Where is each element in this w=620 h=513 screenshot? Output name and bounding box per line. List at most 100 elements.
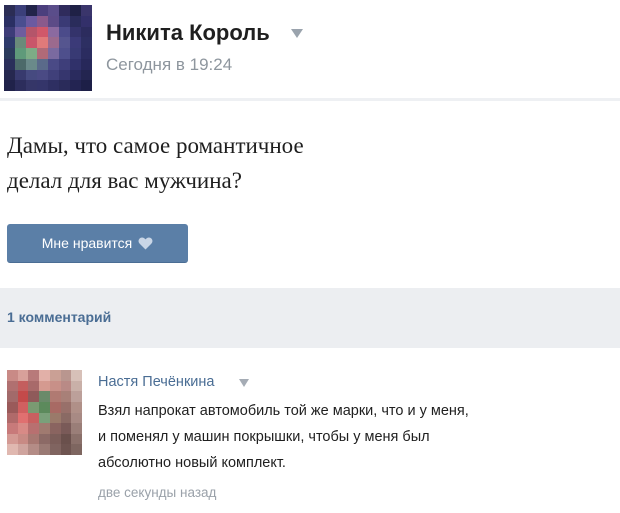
avatar-pixel — [15, 48, 26, 59]
chevron-down-icon[interactable] — [291, 29, 303, 38]
avatar-pixel — [60, 401, 72, 413]
avatar-pixel — [59, 15, 70, 27]
avatar-pixel — [59, 48, 70, 59]
avatar-pixel — [48, 15, 59, 27]
avatar-pixel — [28, 401, 40, 413]
avatar-pixel — [17, 401, 29, 413]
avatar-pixel — [4, 5, 15, 16]
avatar-pixel — [4, 48, 15, 59]
avatar-pixel — [15, 58, 26, 70]
post-timestamp[interactable]: Сегодня в 19:24 — [106, 55, 232, 75]
avatar-pixel — [81, 5, 92, 16]
avatar-pixel — [59, 37, 70, 48]
avatar-pixel — [17, 423, 29, 434]
avatar-pixel — [48, 48, 59, 59]
avatar-pixel — [37, 48, 48, 59]
avatar-pixel — [17, 391, 29, 402]
avatar-pixel — [17, 370, 29, 381]
avatar-pixel — [48, 37, 59, 48]
avatar-pixel — [81, 48, 92, 59]
avatar-pixel — [71, 444, 82, 455]
avatar-pixel — [4, 80, 15, 91]
avatar-pixel — [28, 444, 40, 455]
avatar-pixel — [15, 80, 26, 91]
avatar-pixel — [37, 37, 48, 48]
avatar-pixel — [60, 412, 72, 424]
avatar-pixel — [7, 412, 18, 424]
avatar-pixel — [70, 48, 81, 59]
avatar-pixel — [28, 380, 40, 392]
comments-count-link[interactable]: 1 комментарий — [7, 309, 111, 325]
avatar-pixel — [15, 37, 26, 48]
avatar-pixel — [7, 370, 18, 381]
author-avatar[interactable] — [4, 5, 92, 91]
avatar-pixel — [28, 412, 40, 424]
avatar-pixel — [4, 15, 15, 27]
avatar-pixel — [70, 69, 81, 81]
avatar-pixel — [39, 444, 50, 455]
avatar-pixel — [81, 69, 92, 81]
avatar-pixel — [26, 48, 37, 59]
avatar-pixel — [28, 433, 40, 445]
avatar-pixel — [60, 380, 72, 392]
avatar-pixel — [26, 80, 37, 91]
avatar-pixel — [39, 370, 50, 381]
avatar-pixel — [48, 80, 59, 91]
avatar-pixel — [70, 80, 81, 91]
avatar-pixel — [39, 391, 50, 402]
avatar-pixel — [71, 423, 82, 434]
avatar-pixel — [60, 370, 72, 381]
avatar-pixel — [37, 80, 48, 91]
author-name[interactable]: Никита Король — [106, 20, 270, 46]
avatar-pixel — [70, 58, 81, 70]
commenter-name[interactable]: Настя Печёнкина — [98, 374, 214, 390]
avatar-pixel — [15, 5, 26, 16]
comment-text-line: абсолютно новый комплект. — [98, 455, 286, 471]
avatar-pixel — [4, 58, 15, 70]
avatar-pixel — [26, 58, 37, 70]
avatar-pixel — [49, 401, 61, 413]
like-button[interactable]: Мне нравится — [7, 224, 188, 263]
avatar-pixel — [81, 58, 92, 70]
commenter-avatar[interactable] — [7, 370, 82, 455]
post-header: Никита Король Сегодня в 19:24 — [0, 0, 620, 101]
avatar-pixel — [39, 423, 50, 434]
avatar-pixel — [59, 69, 70, 81]
avatar-pixel — [59, 26, 70, 38]
avatar-pixel — [81, 37, 92, 48]
avatar-pixel — [17, 444, 29, 455]
avatar-pixel — [81, 15, 92, 27]
avatar-pixel — [59, 58, 70, 70]
post-body: Дамы, что самое романтичное делал для ва… — [0, 101, 620, 288]
avatar-pixel — [49, 380, 61, 392]
avatar-pixel — [37, 5, 48, 16]
avatar-pixel — [60, 391, 72, 402]
avatar-pixel — [49, 370, 61, 381]
avatar-pixel — [60, 423, 72, 434]
post-text-line: делал для вас мужчина? — [7, 168, 242, 193]
avatar-pixel — [70, 5, 81, 16]
avatar-pixel — [37, 15, 48, 27]
comment-text: Взял напрокат автомобиль той же марки, ч… — [98, 398, 598, 476]
chevron-down-icon[interactable] — [239, 379, 249, 387]
avatar-pixel — [4, 37, 15, 48]
avatar-pixel — [48, 26, 59, 38]
heart-icon — [138, 236, 153, 250]
avatar-pixel — [28, 423, 40, 434]
avatar-pixel — [37, 69, 48, 81]
avatar-pixel — [71, 433, 82, 445]
avatar-pixel — [49, 412, 61, 424]
avatar-pixel — [70, 37, 81, 48]
comment-timestamp[interactable]: две секунды назад — [98, 485, 216, 500]
avatar-pixel — [28, 391, 40, 402]
comment-text-line: и поменял у машин покрышки, чтобы у меня… — [98, 429, 430, 445]
avatar-pixel — [70, 26, 81, 38]
avatar-pixel — [26, 26, 37, 38]
avatar-pixel — [17, 433, 29, 445]
avatar-pixel — [48, 5, 59, 16]
avatar-pixel — [37, 58, 48, 70]
avatar-pixel — [71, 391, 82, 402]
post-text: Дамы, что самое романтичное делал для ва… — [7, 128, 527, 198]
avatar-pixel — [39, 401, 50, 413]
avatar-pixel — [71, 412, 82, 424]
